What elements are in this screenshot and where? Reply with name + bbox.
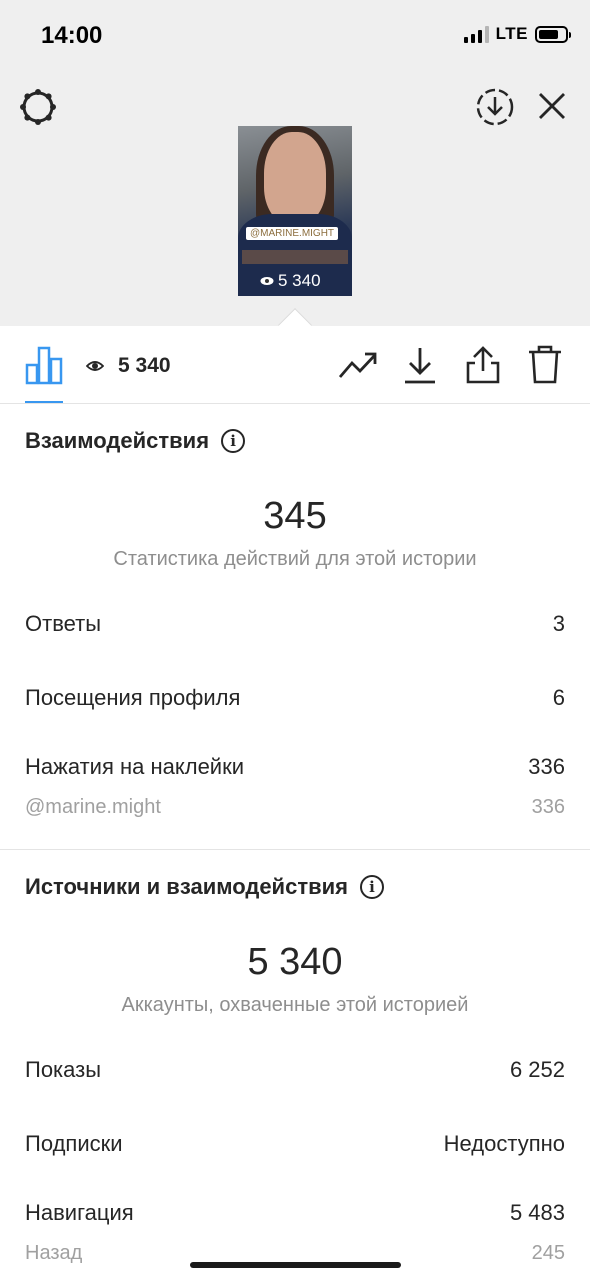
- row-label: Навигация: [25, 1200, 134, 1225]
- settings-icon[interactable]: [18, 87, 58, 127]
- row-value: 5 483: [509, 1200, 565, 1225]
- share-icon[interactable]: [464, 344, 502, 386]
- info-icon[interactable]: i: [359, 875, 384, 899]
- discovery-total: 5 340: [247, 941, 343, 983]
- row-value: 6: [552, 685, 565, 710]
- status-indicators: LTE: [463, 24, 571, 44]
- info-icon[interactable]: i: [221, 429, 246, 453]
- active-tab-indicator: [25, 401, 63, 403]
- story-thumbnail[interactable]: @MARINE.MIGHT 5 340: [238, 126, 352, 296]
- insights-bar-chart-icon[interactable]: [24, 344, 64, 386]
- story-toolbar: 5 340: [0, 327, 590, 404]
- download-circle-icon[interactable]: [474, 86, 516, 128]
- row-label: Посещения профиля: [25, 685, 241, 710]
- story-views-count: 5 340: [278, 271, 321, 290]
- row-value: 336: [531, 796, 565, 818]
- story-views: 5 340: [260, 271, 321, 291]
- eye-icon: [260, 277, 274, 285]
- row-label: Нажатия на наклейки: [25, 754, 245, 779]
- interactions-row-replies: Ответы 3: [25, 611, 565, 637]
- status-time: 14:00: [41, 22, 103, 49]
- row-label: @marine.might: [25, 796, 161, 818]
- promote-trend-icon[interactable]: [337, 347, 379, 383]
- interactions-subtitle: Статистика действий для этой истории: [113, 548, 477, 570]
- interactions-row-profile-visits: Посещения профиля 6: [25, 685, 565, 711]
- network-label: LTE: [495, 24, 528, 43]
- row-value: 245: [531, 1242, 565, 1264]
- story-header: 14:00 LTE @MARINE.MIGHT 5 340: [0, 0, 590, 326]
- story-caption: [242, 250, 348, 264]
- download-icon[interactable]: [402, 345, 438, 385]
- row-value: Недоступно: [443, 1131, 565, 1156]
- eye-icon: [86, 361, 104, 371]
- close-icon[interactable]: [534, 88, 570, 124]
- views-count: 5 340: [118, 354, 171, 377]
- discovery-row-impressions: Показы 6 252: [25, 1057, 565, 1083]
- signal-icon: [463, 25, 489, 43]
- interactions-section-title: Взаимодействия i: [25, 428, 246, 454]
- row-label: Назад: [25, 1242, 83, 1264]
- row-label: Показы: [25, 1057, 102, 1082]
- discovery-subtitle: Аккаунты, охваченные этой историей: [121, 994, 469, 1016]
- discovery-row-follows: Подписки Недоступно: [25, 1131, 565, 1157]
- battery-icon: [535, 25, 571, 43]
- row-label: Ответы: [25, 611, 102, 636]
- interactions-row-sticker-taps[interactable]: Нажатия на наклейки 336: [25, 754, 565, 780]
- interactions-title: Взаимодействия: [25, 428, 210, 453]
- views-counter: 5 340: [86, 354, 171, 378]
- section-divider: [0, 849, 590, 850]
- discovery-section-title: Источники и взаимодействия i: [25, 874, 384, 900]
- row-label: Подписки: [25, 1131, 123, 1156]
- row-value: 336: [528, 754, 565, 779]
- row-value: 6 252: [509, 1057, 565, 1082]
- sticker-detail-row: @marine.might 336: [25, 796, 565, 819]
- row-value: 3: [552, 611, 565, 636]
- discovery-title: Источники и взаимодействия: [25, 874, 348, 899]
- story-mention-sticker: @MARINE.MIGHT: [246, 227, 339, 240]
- interactions-total: 345: [263, 495, 327, 537]
- home-indicator[interactable]: [190, 1262, 401, 1268]
- trash-icon[interactable]: [526, 344, 564, 386]
- discovery-row-navigation[interactable]: Навигация 5 483: [25, 1200, 565, 1226]
